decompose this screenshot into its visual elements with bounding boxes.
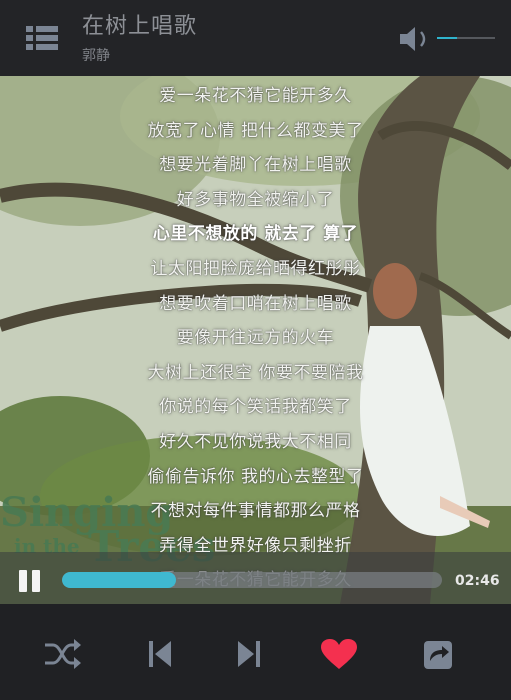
pause-icon (19, 570, 27, 592)
previous-button[interactable] (143, 637, 183, 671)
volume-slider[interactable] (437, 37, 495, 39)
volume-button[interactable] (399, 26, 433, 52)
lyric-line: 想要光着脚丫在树上唱歌 (159, 155, 352, 176)
lyric-line-current: 心里不想放的 就去了 算了 (152, 224, 359, 245)
elapsed-time: 02:46 (455, 573, 500, 589)
lyric-line: 大树上还很空 你要不要陪我 (147, 362, 364, 383)
lyrics-panel: 爱一朵花不猜它能开多久 放宽了心情 把什么都变美了 想要光着脚丫在树上唱歌 好多事物全… (0, 76, 511, 604)
volume-slider-fill (437, 37, 458, 39)
control-bar (0, 604, 511, 700)
lyric-line: 放宽了心情 把什么都变美了 (147, 120, 364, 141)
song-title: 在树上唱歌 (82, 14, 198, 39)
next-icon (238, 641, 260, 667)
list-icon (26, 26, 58, 50)
lyric-line: 好久不见你说我大不相同 (159, 432, 352, 452)
share-icon (424, 641, 452, 669)
share-button[interactable] (418, 637, 458, 671)
previous-icon (149, 641, 171, 667)
pause-button[interactable] (19, 570, 41, 592)
lyric-line: 你说的每个笑话我都笑了 (159, 397, 352, 418)
shuffle-icon (45, 639, 81, 669)
artist-name: 郭静 (82, 48, 110, 64)
next-button[interactable] (230, 637, 270, 671)
lyric-line: 要像开往远方的火车 (176, 328, 335, 349)
heart-icon (321, 639, 357, 669)
speaker-icon (400, 27, 426, 51)
lyric-line: 让太阳把脸庞给晒得红彤彤 (150, 259, 361, 279)
lyric-line: 想要吹着口哨在树上唱歌 (159, 293, 352, 314)
progress-slider[interactable] (62, 572, 442, 588)
lyric-line: 偷偷告诉你 我的心去整型了 (147, 466, 364, 487)
shuffle-button[interactable] (43, 637, 83, 671)
lyric-line: 不想对每件事情都那么严格 (150, 501, 361, 522)
pause-icon (32, 570, 40, 592)
favorite-button[interactable] (319, 637, 359, 671)
lyric-line: 好多事物全被缩小了 (176, 189, 335, 210)
progress-fill (62, 572, 176, 588)
playlist-menu-button[interactable] (26, 25, 58, 51)
header-bar: 在树上唱歌 郭静 (0, 0, 511, 76)
lyric-line: 爱一朵花不猜它能开多久 (159, 86, 352, 106)
music-player: 在树上唱歌 郭静 Singing in the Trees 爱一朵花不猜它能开多… (0, 0, 511, 700)
playback-bar: 02:46 (0, 552, 511, 604)
